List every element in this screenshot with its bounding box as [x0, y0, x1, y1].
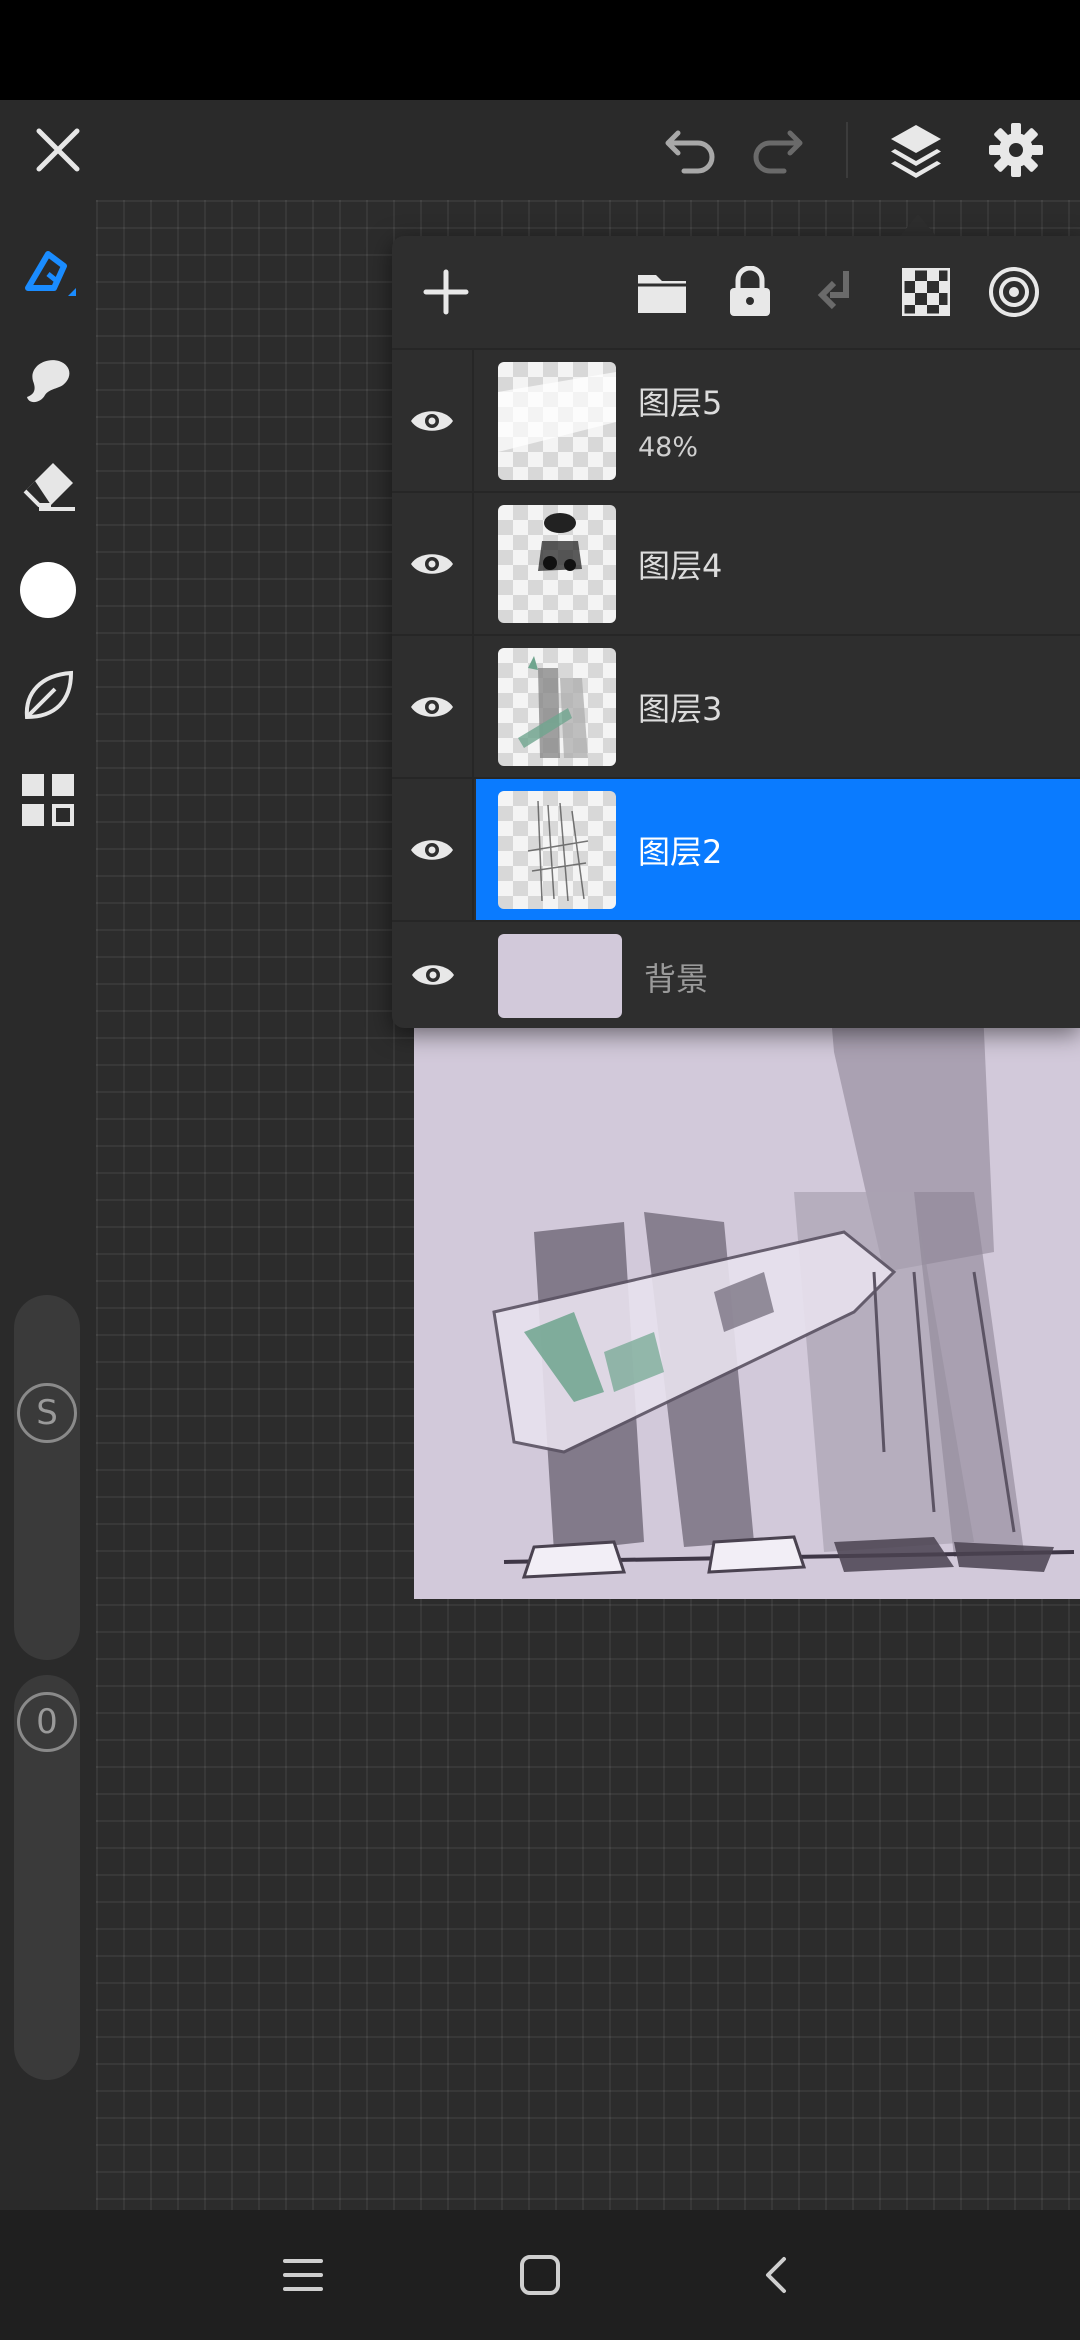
layer-content[interactable]: 图层5 48%	[476, 350, 1080, 491]
smudge-icon[interactable]	[14, 346, 82, 414]
brush-icon[interactable]	[14, 240, 82, 308]
status-bar	[0, 0, 1080, 100]
top-toolbar	[0, 100, 1080, 200]
layers-panel-toolbar	[392, 236, 1080, 348]
layer-content[interactable]: 图层4	[476, 493, 1080, 634]
undo-icon[interactable]	[658, 118, 722, 182]
redo-icon[interactable]	[746, 118, 810, 182]
plus-icon[interactable]	[414, 260, 478, 324]
checker-icon[interactable]	[894, 260, 958, 324]
layers-panel-caret	[900, 214, 936, 236]
layer-thumbnail	[498, 362, 616, 480]
left-toolbar: S 0	[0, 200, 96, 2210]
lock-icon[interactable]	[718, 260, 782, 324]
menu-icon[interactable]	[273, 2245, 333, 2305]
folder-icon[interactable]	[630, 260, 694, 324]
close-icon[interactable]	[26, 118, 90, 182]
layer-row[interactable]: 图层3	[392, 634, 1080, 777]
target-icon[interactable]	[982, 260, 1046, 324]
layer-row[interactable]: 图层4	[392, 491, 1080, 634]
merge-down-icon[interactable]	[806, 260, 870, 324]
layer-thumbnail	[498, 791, 616, 909]
opacity-slider[interactable]: 0	[14, 1675, 80, 2080]
layers-panel: 图层5 48% 图层4 图层3 图层2 背景	[392, 236, 1080, 1028]
leaf-select-icon[interactable]	[14, 662, 82, 730]
eraser-icon[interactable]	[14, 452, 82, 520]
brush-size-slider[interactable]: S	[14, 1295, 80, 1660]
layer-row-selected[interactable]: 图层2	[392, 777, 1080, 920]
layer-thumbnail	[498, 505, 616, 623]
home-icon[interactable]	[510, 2245, 570, 2305]
toolbar-divider	[846, 122, 848, 178]
layer-content[interactable]: 背景	[476, 922, 1080, 1028]
eye-icon[interactable]	[392, 350, 474, 491]
opacity-label: 0	[36, 1702, 58, 1742]
layer-row[interactable]: 图层5 48%	[392, 348, 1080, 491]
layer-row-background[interactable]: 背景	[392, 920, 1080, 1028]
brush-size-knob[interactable]: S	[17, 1383, 77, 1443]
color-circle-icon[interactable]	[14, 556, 82, 624]
eye-icon[interactable]	[392, 779, 474, 920]
background-color-swatch[interactable]	[498, 934, 622, 1018]
grid-transform-icon[interactable]	[14, 766, 82, 834]
gear-icon[interactable]	[984, 118, 1048, 182]
opacity-knob[interactable]: 0	[17, 1692, 77, 1752]
layer-opacity: 48%	[638, 432, 699, 463]
layer-name: 图层4	[638, 547, 723, 585]
system-nav-bar	[0, 2210, 1080, 2340]
eye-icon[interactable]	[392, 493, 474, 634]
size-label: S	[36, 1393, 58, 1433]
back-icon[interactable]	[746, 2245, 806, 2305]
layer-thumbnail	[498, 648, 616, 766]
eye-icon[interactable]	[392, 922, 474, 1028]
layer-content[interactable]: 图层2	[476, 779, 1080, 920]
eye-icon[interactable]	[392, 636, 474, 777]
layer-name: 图层3	[638, 690, 723, 728]
layer-name: 图层5	[638, 384, 723, 422]
layers-icon[interactable]	[884, 118, 948, 182]
layer-name: 背景	[644, 960, 709, 998]
layer-content[interactable]: 图层3	[476, 636, 1080, 777]
layer-name: 图层2	[638, 833, 723, 871]
